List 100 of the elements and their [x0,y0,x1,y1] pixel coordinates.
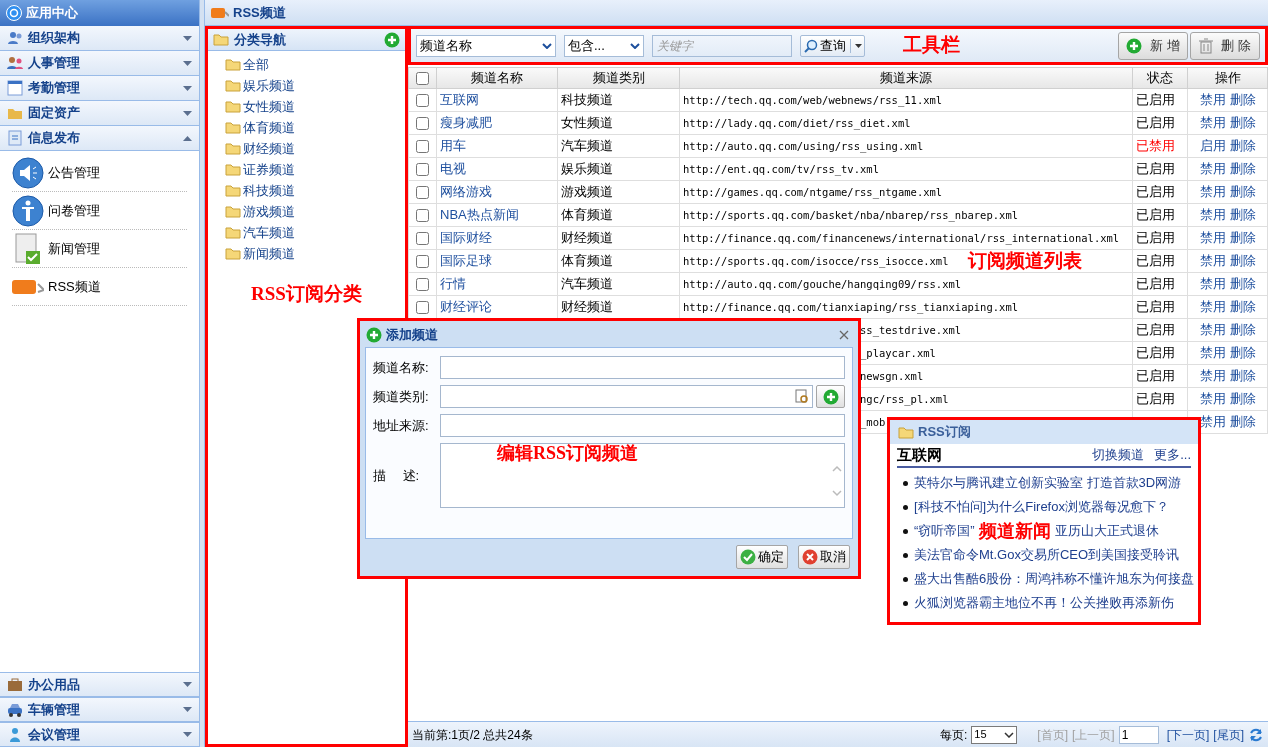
news-link[interactable]: 亚历山大正式退休 [1054,521,1159,541]
toggle-link[interactable]: 禁用 [1199,391,1226,407]
category-item[interactable]: 财经频道 [225,138,405,159]
accordion-header[interactable]: 组织架构 [0,26,199,51]
confirm-button[interactable]: 确定 [736,544,788,569]
toggle-link[interactable]: 禁用 [1199,345,1226,361]
delete-link[interactable]: 删除 [1229,184,1256,200]
input-field[interactable] [440,414,845,437]
row-checkbox[interactable] [416,94,429,108]
toggle-link[interactable]: 禁用 [1199,368,1226,384]
row-checkbox[interactable] [416,186,429,200]
delete-link[interactable]: 删除 [1229,253,1256,269]
news-link[interactable]: 盛大出售酷6股份：周鸿祎称不懂许旭东为何接盘 [914,569,1195,589]
row-checkbox[interactable] [416,232,429,246]
nav-item[interactable]: 新闻管理 [12,230,187,268]
column-header[interactable]: 频道名称 [436,67,558,89]
toggle-link[interactable]: 禁用 [1199,276,1226,292]
row-checkbox[interactable] [416,209,429,223]
page-size-select[interactable]: 15 [971,725,1018,744]
delete-link[interactable]: 删除 [1229,115,1256,131]
column-header[interactable]: 状态 [1132,67,1188,89]
bullet-icon [903,528,908,534]
category-item[interactable]: 新闻频道 [225,243,405,264]
category-item[interactable]: 体育频道 [225,117,405,138]
accordion-header[interactable]: 固定资产 [0,101,199,126]
delete-link[interactable]: 删除 [1229,322,1256,338]
toggle-link[interactable]: 禁用 [1199,184,1226,200]
row-checkbox[interactable] [416,117,429,131]
channel-name-link[interactable]: 电视 [440,161,466,177]
add-category-button[interactable] [816,385,845,408]
select-all-checkbox[interactable] [416,72,429,86]
pager-link[interactable]: [尾页] [1213,725,1244,744]
toggle-link[interactable]: 禁用 [1199,207,1226,223]
description-field[interactable]: 编辑RSS订阅频道 [440,443,845,508]
toggle-link[interactable]: 禁用 [1199,253,1226,269]
accordion-header[interactable]: 车辆管理 [0,697,199,722]
delete-link[interactable]: 删除 [1229,161,1256,177]
news-link[interactable]: 英特尔与腾讯建立创新实验室 打造首款3D网游 [914,473,1182,493]
widget-link[interactable]: 更多... [1154,445,1191,465]
news-link[interactable]: “窃听帝国” [914,521,975,541]
category-item[interactable]: 娱乐频道 [225,75,405,96]
toggle-link[interactable]: 启用 [1199,138,1226,154]
delete-link[interactable]: 删除 [1229,299,1256,315]
toggle-link[interactable]: 禁用 [1199,92,1226,108]
operator-select[interactable]: 包含... [564,34,644,57]
row-checkbox[interactable] [416,140,429,154]
toggle-link[interactable]: 禁用 [1199,161,1226,177]
delete-link[interactable]: 删除 [1229,414,1256,430]
category-item[interactable]: 证券频道 [225,159,405,180]
delete-link[interactable]: 删除 [1229,92,1256,108]
accordion-header[interactable]: 办公用品 [0,672,199,697]
delete-link[interactable]: 删除 [1229,207,1256,223]
row-checkbox[interactable] [416,301,429,315]
delete-link[interactable]: 删除 [1229,230,1256,246]
column-header[interactable]: 频道来源 [679,67,1133,89]
column-header[interactable]: 操作 [1187,67,1268,89]
delete-link[interactable]: 删除 [1229,138,1256,154]
row-checkbox[interactable] [416,163,429,177]
pager-link[interactable]: [下一页] [1166,725,1210,744]
toggle-link[interactable]: 禁用 [1199,414,1226,430]
toggle-link[interactable]: 禁用 [1199,115,1226,131]
delete-link[interactable]: 删除 [1229,345,1256,361]
category-item[interactable]: 女性频道 [225,96,405,117]
keyword-field[interactable]: 关键字 [652,34,792,57]
row-checkbox[interactable] [416,278,429,292]
nav-item[interactable]: RSS频道 [12,268,187,306]
toggle-link[interactable]: 禁用 [1199,322,1226,338]
nav-item[interactable]: 公告管理 [12,154,187,192]
column-header[interactable]: 频道类别 [557,67,680,89]
accordion-header[interactable]: 人事管理 [0,51,199,76]
add-button[interactable]: 新 增 [1118,31,1188,60]
toggle-link[interactable]: 禁用 [1199,299,1226,315]
delete-link[interactable]: 删除 [1229,276,1256,292]
toggle-link[interactable]: 禁用 [1199,230,1226,246]
accordion-header[interactable]: 信息发布 [0,126,199,151]
category-item[interactable]: 全部 [225,54,405,75]
row-checkbox[interactable] [416,255,429,269]
news-link[interactable]: [科技不怕问]为什么Firefox浏览器每况愈下？ [914,497,1169,517]
page-number-field[interactable]: 1 [1118,725,1159,744]
category-field[interactable] [440,385,813,408]
cancel-button[interactable]: 取消 [798,544,850,569]
category-item[interactable]: 科技频道 [225,180,405,201]
news-link[interactable]: 火狐浏览器霸主地位不再！公关挫败再添新伤 [914,593,1174,613]
channel-name-link[interactable]: 行情 [440,276,466,292]
channel-name-link[interactable]: 用车 [440,138,466,154]
category-item[interactable]: 游戏频道 [225,201,405,222]
input-field[interactable] [440,356,845,379]
accordion-header[interactable]: 会议管理 [0,722,199,747]
delete-link[interactable]: 删除 [1229,368,1256,384]
delete-link[interactable]: 删除 [1229,391,1256,407]
nav-item[interactable]: 问卷管理 [12,192,187,230]
widget-link[interactable]: 切换频道 [1092,445,1145,465]
add-category-button[interactable] [384,31,400,48]
delete-button[interactable]: 删 除 [1190,31,1260,60]
accordion-header[interactable]: 考勤管理 [0,76,199,101]
query-button[interactable]: 查询 [800,34,865,57]
field-select[interactable]: 频道名称 [416,34,556,57]
news-link[interactable]: 美法官命令Mt.Gox交易所CEO到美国接受聆讯 [914,545,1180,565]
category-item[interactable]: 汽车频道 [225,222,405,243]
field-label: 频道类别: [373,387,430,406]
